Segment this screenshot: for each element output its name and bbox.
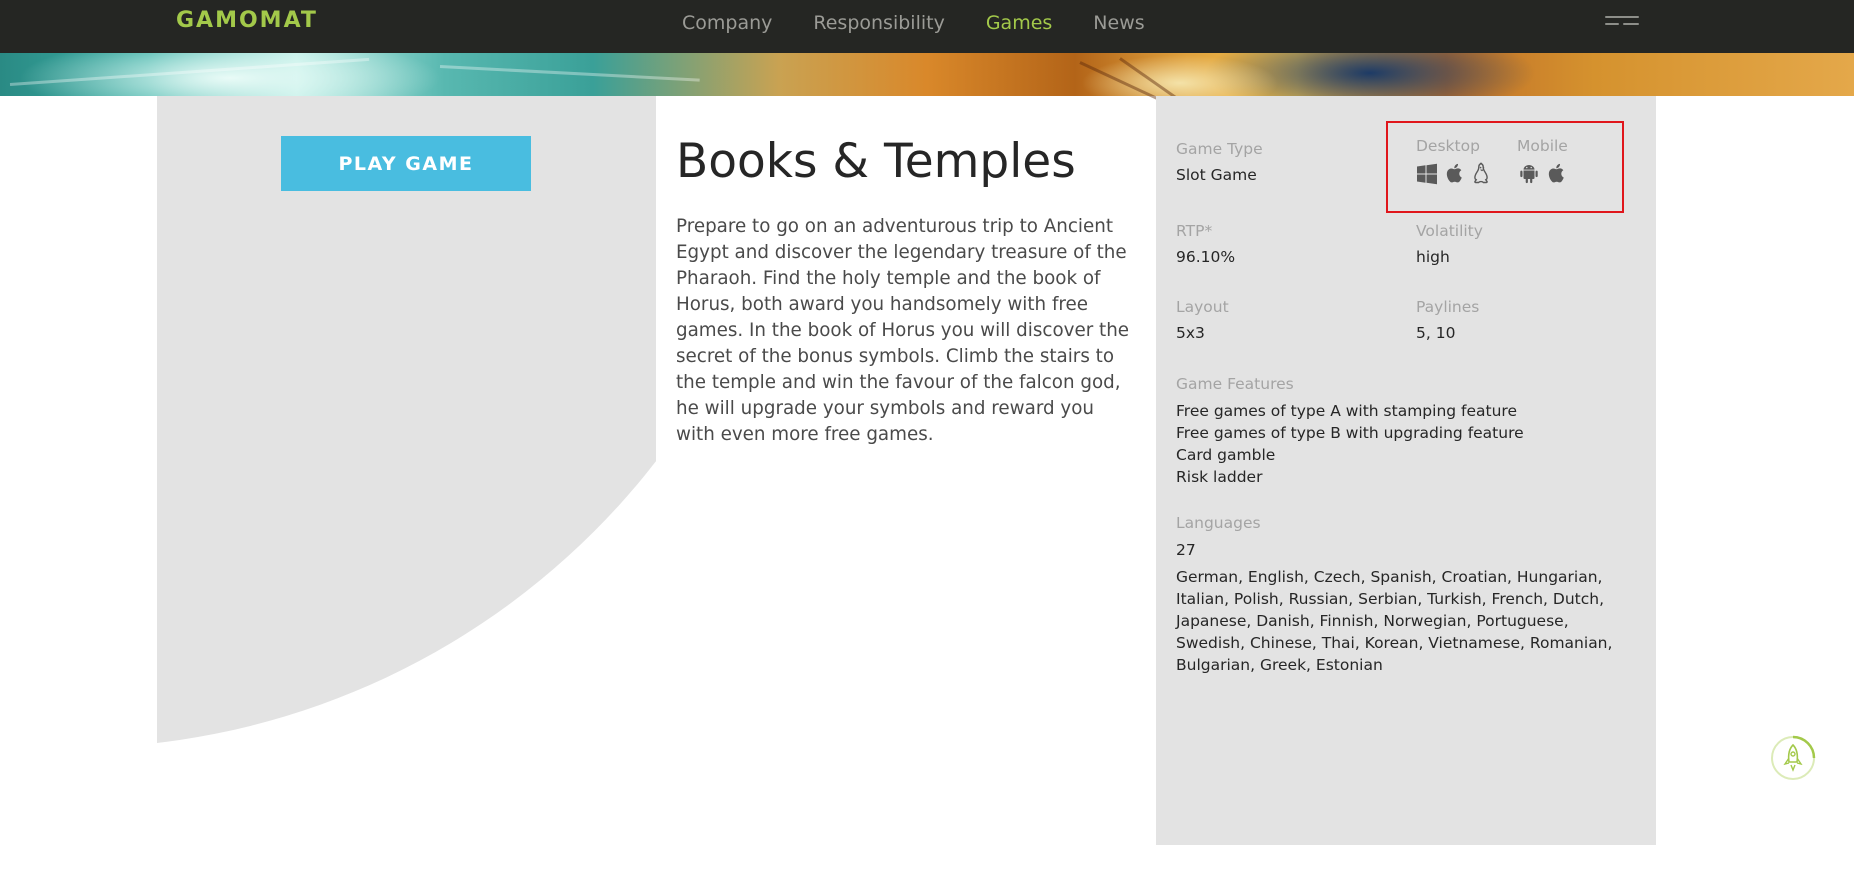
game-features-list: Free games of type A with stamping featu…: [1176, 400, 1524, 488]
languages-label: Languages: [1176, 514, 1261, 532]
languages-count: 27: [1176, 541, 1196, 559]
apple-icon: [1446, 163, 1462, 183]
play-game-button[interactable]: PLAY GAME: [281, 136, 531, 191]
hamburger-menu-icon[interactable]: [1605, 14, 1639, 32]
layout-value: 5x3: [1176, 324, 1205, 342]
nav-link-responsibility[interactable]: Responsibility: [813, 12, 944, 34]
game-description: Prepare to go on an adventurous trip to …: [676, 216, 1130, 445]
volatility-label: Volatility: [1416, 222, 1483, 240]
windows-icon: [1417, 163, 1437, 185]
layout-label: Layout: [1176, 298, 1229, 316]
linux-icon: [1474, 162, 1488, 184]
feature-item: Free games of type B with upgrading feat…: [1176, 424, 1524, 442]
left-decorative-panel: [157, 96, 656, 804]
feature-item: Card gamble: [1176, 446, 1276, 464]
gamomat-logo[interactable]: GAMOMAT: [176, 8, 318, 33]
mobile-label: Mobile: [1517, 137, 1568, 155]
rocket-icon[interactable]: [1769, 734, 1817, 782]
game-type-value: Slot Game: [1176, 166, 1257, 184]
feature-item: Free games of type A with stamping featu…: [1176, 402, 1517, 420]
game-title: Books & Temples: [676, 134, 1076, 189]
game-type-label: Game Type: [1176, 140, 1263, 158]
paylines-value: 5, 10: [1416, 324, 1456, 342]
android-icon: [1520, 165, 1538, 184]
main-nav: Company Responsibility Games News: [682, 12, 1186, 34]
game-features-label: Game Features: [1176, 375, 1294, 393]
feature-item: Risk ladder: [1176, 468, 1263, 486]
nav-link-company[interactable]: Company: [682, 12, 772, 34]
decorative-arc: [157, 96, 656, 748]
languages-list: German, English, Czech, Spanish, Croatia…: [1176, 568, 1613, 674]
top-navigation-bar: GAMOMAT Company Responsibility Games New…: [0, 0, 1854, 53]
nav-link-games[interactable]: Games: [986, 12, 1052, 34]
hero-banner-image: [0, 53, 1854, 152]
volatility-value: high: [1416, 248, 1450, 266]
rtp-label: RTP*: [1176, 222, 1213, 240]
desktop-label: Desktop: [1416, 137, 1480, 155]
rtp-value: 96.10%: [1176, 248, 1236, 266]
nav-link-news[interactable]: News: [1093, 12, 1144, 34]
paylines-label: Paylines: [1416, 298, 1480, 316]
apple-icon: [1548, 163, 1564, 183]
